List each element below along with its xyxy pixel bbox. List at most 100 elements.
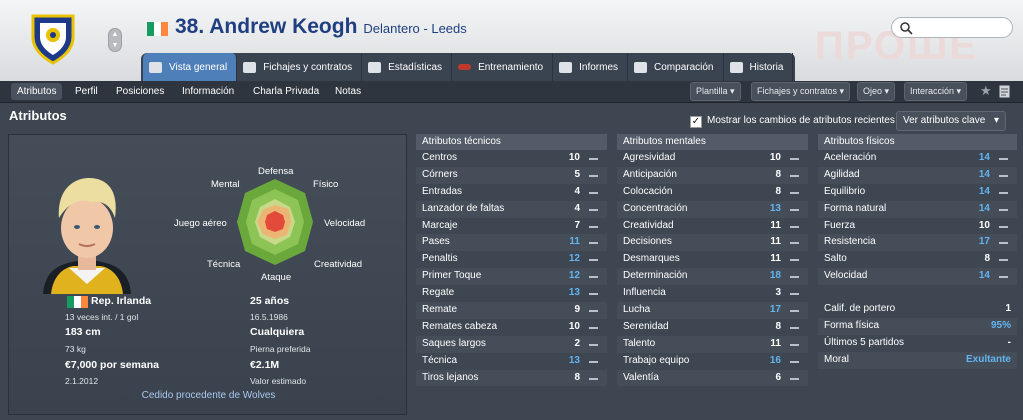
tab-comparación[interactable]: Comparación: [628, 53, 724, 81]
attribute-row[interactable]: Trabajo equipo 16: [617, 353, 808, 370]
attribute-row[interactable]: Penaltis 12: [416, 251, 607, 268]
attribute-row[interactable]: Equilibrio 14: [818, 184, 1017, 201]
overview-icon: [149, 61, 162, 73]
attribute-value: 13: [568, 354, 580, 366]
notes-icon[interactable]: [999, 85, 1011, 98]
attribute-row[interactable]: Remate 9: [416, 302, 607, 319]
attribute-row[interactable]: Fuerza 10: [818, 218, 1017, 235]
attribute-row[interactable]: Lanzador de faltas 4: [416, 200, 607, 218]
trend-neutral-icon: [790, 158, 799, 160]
attribute-row[interactable]: Lucha 17: [617, 302, 808, 319]
recent-changes-checkbox[interactable]: ✓: [690, 116, 702, 128]
nationality[interactable]: Rep. Irlanda: [91, 295, 151, 307]
attribute-row[interactable]: Remates cabeza 10: [416, 319, 607, 336]
attribute-row[interactable]: Valentía 6: [617, 369, 808, 387]
tab-label: Informes: [579, 61, 619, 73]
attribute-row[interactable]: Regate 13: [416, 285, 607, 302]
attribute-name: Determinación: [623, 270, 688, 282]
attribute-row[interactable]: Pases 11: [416, 234, 607, 252]
plantilla-dropdown[interactable]: Plantilla ▾: [690, 82, 741, 101]
attribute-row[interactable]: Primer Toque 12: [416, 268, 607, 286]
attribute-row[interactable]: Tiros lejanos 8: [416, 369, 607, 387]
attribute-row[interactable]: Serenidad 8: [617, 319, 808, 336]
attribute-row[interactable]: Calif. de portero 1: [818, 301, 1017, 318]
international-caps: 13 veces int. / 1 gol: [65, 312, 139, 322]
tab-estadísticas[interactable]: Estadísticas: [362, 53, 453, 81]
trend-neutral-icon: [589, 377, 598, 380]
estimated-value-label: Valor estimado: [250, 376, 307, 386]
tab-label: Fichajes y contratos: [263, 61, 353, 73]
subnav-perfil[interactable]: Perfil: [69, 83, 104, 100]
trend-neutral-icon: [790, 259, 799, 262]
subnav-notas[interactable]: Notas: [329, 83, 367, 100]
attribute-name: Desmarques: [623, 253, 680, 265]
tab-historia[interactable]: Historia: [724, 53, 794, 81]
tab-informes[interactable]: Informes: [553, 53, 629, 81]
attribute-row[interactable]: Forma física 95%: [818, 318, 1017, 335]
previous-player-icon[interactable]: ▲: [109, 29, 121, 40]
attribute-row[interactable]: Agresividad 10: [617, 150, 808, 167]
attribute-row[interactable]: Saques largos 2: [416, 335, 607, 353]
attribute-name: Influencia: [623, 287, 666, 299]
tab-entrenamiento[interactable]: Entrenamiento: [452, 53, 554, 81]
attribute-row[interactable]: Influencia 3: [617, 285, 808, 302]
trend-neutral-icon: [790, 208, 799, 211]
player-nav-arrows[interactable]: ▲ ▼: [108, 28, 122, 52]
attribute-row[interactable]: Córners 5: [416, 166, 607, 184]
attribute-row[interactable]: Forma natural 14: [818, 200, 1017, 218]
attribute-row[interactable]: Talento 11: [617, 335, 808, 353]
search-input[interactable]: [891, 17, 1013, 38]
attribute-row[interactable]: Últimos 5 partidos -: [818, 335, 1017, 352]
club-crest-icon[interactable]: [30, 13, 76, 65]
attribute-value: 12: [568, 253, 580, 265]
trend-neutral-icon: [589, 276, 598, 279]
attribute-row[interactable]: Aceleración 14: [818, 150, 1017, 167]
attribute-row[interactable]: Salto 8: [818, 251, 1017, 268]
view-key-attributes-button[interactable]: Ver atributos clave ▾: [896, 111, 1006, 131]
attribute-row[interactable]: Determinación 18: [617, 268, 808, 286]
loan-info[interactable]: Cedido procedente de Wolves: [9, 390, 408, 401]
attribute-name: Remate: [422, 304, 458, 316]
attribute-row[interactable]: Anticipación 8: [617, 166, 808, 184]
attribute-name: Fuerza: [824, 219, 856, 231]
attribute-row[interactable]: Velocidad 14: [818, 268, 1017, 286]
tab-label: Comparación: [654, 61, 714, 73]
attribute-row[interactable]: Resistencia 17: [818, 234, 1017, 252]
attribute-value: 12: [568, 270, 580, 282]
attribute-name: Colocación: [623, 185, 673, 197]
attribute-row[interactable]: Desmarques 11: [617, 251, 808, 268]
trend-neutral-icon: [589, 360, 598, 363]
radar-label-mental: Mental: [211, 179, 240, 190]
ojeo-dropdown[interactable]: Ojeo ▾: [857, 82, 896, 101]
interaccion-dropdown[interactable]: Interacción ▾: [904, 82, 968, 101]
attribute-row[interactable]: Marcaje 7: [416, 218, 607, 235]
attribute-row[interactable]: Centros 10: [416, 150, 607, 167]
trend-neutral-icon: [999, 259, 1008, 262]
next-player-icon[interactable]: ▼: [109, 40, 121, 51]
attribute-name: Forma natural: [824, 202, 887, 214]
tab-fichajes-y-contratos[interactable]: Fichajes y contratos: [237, 53, 363, 81]
training-icon: [458, 64, 472, 70]
subnav-atributos[interactable]: Atributos: [11, 83, 63, 100]
player-position-club[interactable]: Delantero - Leeds: [363, 21, 466, 36]
attribute-value: 8: [775, 168, 781, 180]
attribute-value: 16: [769, 354, 781, 366]
attribute-row[interactable]: Colocación 8: [617, 184, 808, 201]
subnav-charla-privada[interactable]: Charla Privada: [247, 83, 325, 100]
attribute-row[interactable]: Entradas 4: [416, 184, 607, 201]
attribute-row[interactable]: Moral Exultante: [818, 351, 1017, 369]
attribute-name: Agresividad: [623, 152, 676, 163]
attribute-row[interactable]: Creatividad 11: [617, 218, 808, 235]
fichajes-dropdown[interactable]: Fichajes y contratos ▾: [751, 82, 851, 101]
attribute-value: -: [1007, 336, 1011, 348]
subnav-posiciones[interactable]: Posiciones: [110, 83, 170, 100]
attribute-row[interactable]: Agilidad 14: [818, 166, 1017, 184]
attribute-row[interactable]: Técnica 13: [416, 353, 607, 370]
attribute-row[interactable]: Decisiones 11: [617, 234, 808, 252]
tab-vista-general[interactable]: Vista general: [143, 53, 238, 81]
attribute-value: 14: [978, 202, 990, 214]
attribute-row[interactable]: Concentración 13: [617, 200, 808, 218]
subnav-informacion[interactable]: Información: [176, 83, 240, 100]
star-icon[interactable]: ★: [974, 82, 998, 99]
trend-neutral-icon: [589, 343, 598, 346]
